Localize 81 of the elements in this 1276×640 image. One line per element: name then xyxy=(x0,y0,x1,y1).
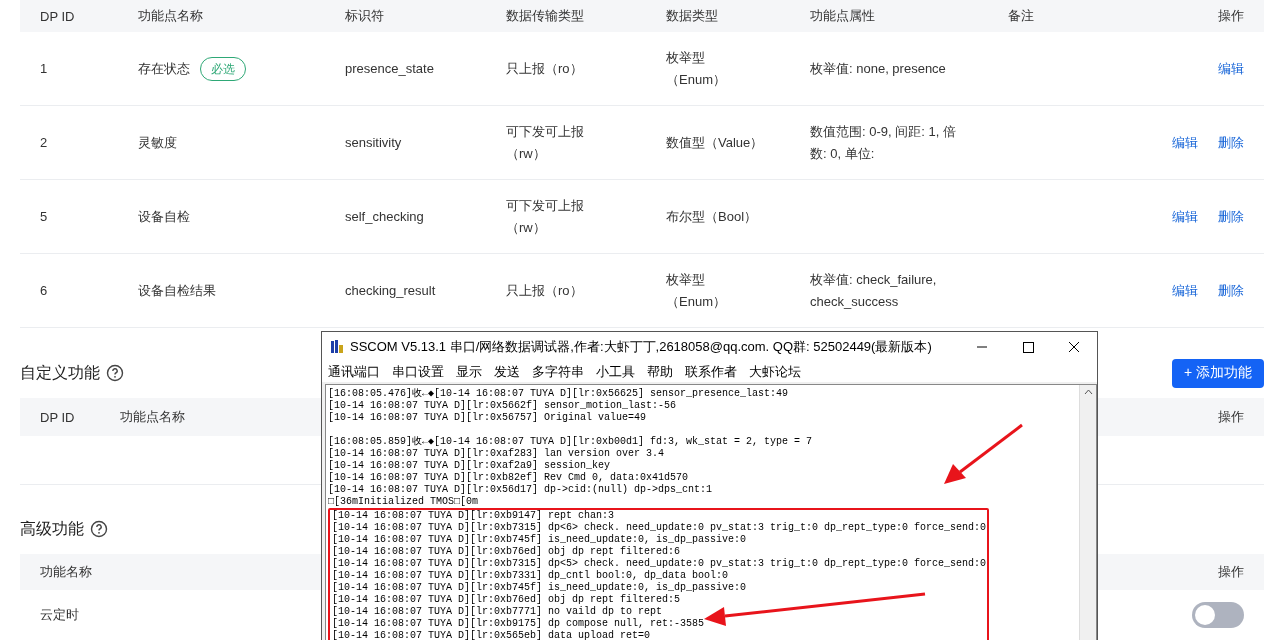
table-cell-text: 云定时 xyxy=(40,606,79,624)
table-cell-text: 1 xyxy=(40,59,49,78)
table-cell-text: 6 xyxy=(40,281,49,300)
table-cell-text: presence_state xyxy=(345,59,435,78)
menu-item[interactable]: 通讯端口 xyxy=(328,363,380,381)
log-line: [10-14 16:08:07 TUYA D][lr:0x565eb] data upload ret=0 xyxy=(332,630,652,640)
log-line: [10-14 16:08:07 TUYA D][lr:0xb7315] dp<5> check. need_update:0 pv_stat:3 trig_t:0 dp_rept_type:0 force_send:0 xyxy=(332,558,987,570)
menu-item[interactable]: 大虾论坛 xyxy=(749,363,801,381)
action-link[interactable]: 删除 xyxy=(1218,133,1244,152)
menu-item[interactable]: 小工具 xyxy=(596,363,635,381)
log-line: [10-14 16:08:07 TUYA D][lr:0xb7315] dp<6> check. need_update:0 pv_stat:3 trig_t:0 dp_rept_type:0 force_send:0 xyxy=(332,522,987,534)
log-line: [10-14 16:08:07 TUYA D][lr:0xaf2a9] session_key xyxy=(328,460,612,472)
action-link[interactable]: 编辑 xyxy=(1172,207,1198,226)
column-header: 数据传输类型 xyxy=(506,7,584,25)
column-header: 功能点名称 xyxy=(138,7,203,25)
table-cell-text: 可下发可上报 （rw） xyxy=(506,196,585,237)
table-cell-text: 5 xyxy=(40,207,49,226)
log-line: [10-14 16:08:07 TUYA D][lr:0x56757] Original value=49 xyxy=(328,412,648,424)
action-link[interactable]: 编辑 xyxy=(1172,281,1198,300)
table-cell-text: 可下发可上报 （rw） xyxy=(506,122,585,163)
column-header: DP ID xyxy=(40,8,75,24)
column-header: 操作 xyxy=(1218,7,1244,25)
action-link[interactable]: 编辑 xyxy=(1218,59,1244,78)
log-line: [10-14 16:08:07 TUYA D][lr:0xb82ef] Rev Cmd 0, data:0x41d570 xyxy=(328,472,690,484)
column-header: 操作 xyxy=(1218,563,1244,581)
log-line: [10-14 16:08:07 TUYA D][lr:0xb7331] dp_cntl bool:0, dp_data bool:0 xyxy=(332,570,730,582)
table-cell-text: 数值型（Value） xyxy=(666,133,765,152)
column-header: 标识符 xyxy=(345,7,384,25)
action-link[interactable]: 删除 xyxy=(1218,281,1244,300)
menu-item[interactable]: 显示 xyxy=(456,363,482,381)
log-line: [10-14 16:08:07 TUYA D][lr:0xb745f] is_need_update:0, is_dp_passive:0 xyxy=(332,582,748,594)
column-header: 功能点名称 xyxy=(120,408,185,426)
table-cell-text: 布尔型（Bool） xyxy=(666,207,759,226)
column-header: 备注 xyxy=(1008,7,1034,25)
table-cell-text: 2 xyxy=(40,133,49,152)
log-line: [16:08:05.859]收←◆[10-14 16:08:07 TUYA D][lr:0xb00d1] fd:3, wk_stat = 2, type = 7 xyxy=(328,436,814,448)
log-line: [10-14 16:08:07 TUYA D][lr:0xb76ed] obj dp rept filtered:6 xyxy=(332,546,682,558)
log-line: [10-14 16:08:07 TUYA D][lr:0xaf283] lan version over 3.4 xyxy=(328,448,666,460)
log-line: [10-14 16:08:07 TUYA D][lr:0xb7771] no vaild dp to rept xyxy=(332,606,664,618)
column-header: 操作 xyxy=(1218,408,1244,426)
column-header: DP ID xyxy=(40,409,75,425)
log-line: [10-14 16:08:07 TUYA D][lr:0xb76ed] obj dp rept filtered:5 xyxy=(332,594,682,606)
help-icon xyxy=(90,520,108,538)
table-cell-text: 只上报（ro） xyxy=(506,281,584,300)
log-line: [10-14 16:08:07 TUYA D][lr:0xb9147] rept chan:3 xyxy=(332,510,616,522)
table-cell-text: 只上报（ro） xyxy=(506,59,584,78)
app-icon xyxy=(330,339,344,355)
log-line: [10-14 16:08:07 TUYA D][lr:0x56d17] dp->cid:(null) dp->dps_cnt:1 xyxy=(328,484,714,496)
table-cell-text: sensitivity xyxy=(345,133,403,152)
column-header: 功能名称 xyxy=(40,563,92,581)
table-cell-text: 设备自检结果 xyxy=(138,281,216,300)
table-cell-text: 数值范围: 0-9, 间距: 1, 倍 数: 0, 单位: xyxy=(810,122,957,163)
table-cell-text: 灵敏度 xyxy=(138,133,177,152)
section-title: 高级功能 xyxy=(20,518,84,539)
help-icon xyxy=(106,364,124,382)
table-cell-text: 枚举型 （Enum） xyxy=(666,48,727,89)
log-line: [10-14 16:08:07 TUYA D][lr:0xb745f] is_need_update:0, is_dp_passive:0 xyxy=(332,534,748,546)
column-header: 数据类型 xyxy=(666,7,718,25)
action-link[interactable]: 编辑 xyxy=(1172,133,1198,152)
window-title: SSCOM V5.13.1 串口/网络数据调试器,作者:大虾丁丁,2618058@qq.com. QQ群: 52502449(最新版本) xyxy=(350,338,933,356)
table-cell-text: 枚举型 （Enum） xyxy=(666,270,727,311)
log-line: [16:08:05.476]收←◆[10-14 16:08:07 TUYA D][lr:0x56625] sensor_presence_last:49 xyxy=(328,388,790,400)
action-link[interactable]: 删除 xyxy=(1218,207,1244,226)
table-cell-text: 枚举值: none, presence xyxy=(810,59,947,78)
log-line: [10-14 16:08:07 TUYA D][lr:0xb9175] dp compose null, ret:-3585 xyxy=(332,618,706,630)
menu-item[interactable]: 联系作者 xyxy=(685,363,737,381)
table-cell-text: self_checking xyxy=(345,207,425,226)
add-function-button[interactable]: + 添加功能 xyxy=(1171,358,1264,388)
menu-item[interactable]: 帮助 xyxy=(647,363,673,381)
menu-item[interactable]: 多字符串 xyxy=(532,363,584,381)
table-cell-text: 存在状态 xyxy=(138,59,190,78)
log-line: □[36mInitialized TMOS□[0m xyxy=(328,496,480,508)
toggle-switch[interactable] xyxy=(1192,602,1244,628)
menu-item[interactable]: 发送 xyxy=(494,363,520,381)
log-line: [10-14 16:08:07 TUYA D][lr:0x5662f] sensor_motion_last:-56 xyxy=(328,400,678,412)
table-cell-text: checking_result xyxy=(345,281,437,300)
section-title: 自定义功能 xyxy=(20,362,100,383)
column-header: 功能点属性 xyxy=(810,7,875,25)
table-cell-text: 设备自检 xyxy=(138,207,190,226)
menu-item[interactable]: 串口设置 xyxy=(392,363,444,381)
table-cell-text: 枚举值: check_failure, check_success xyxy=(810,270,938,311)
